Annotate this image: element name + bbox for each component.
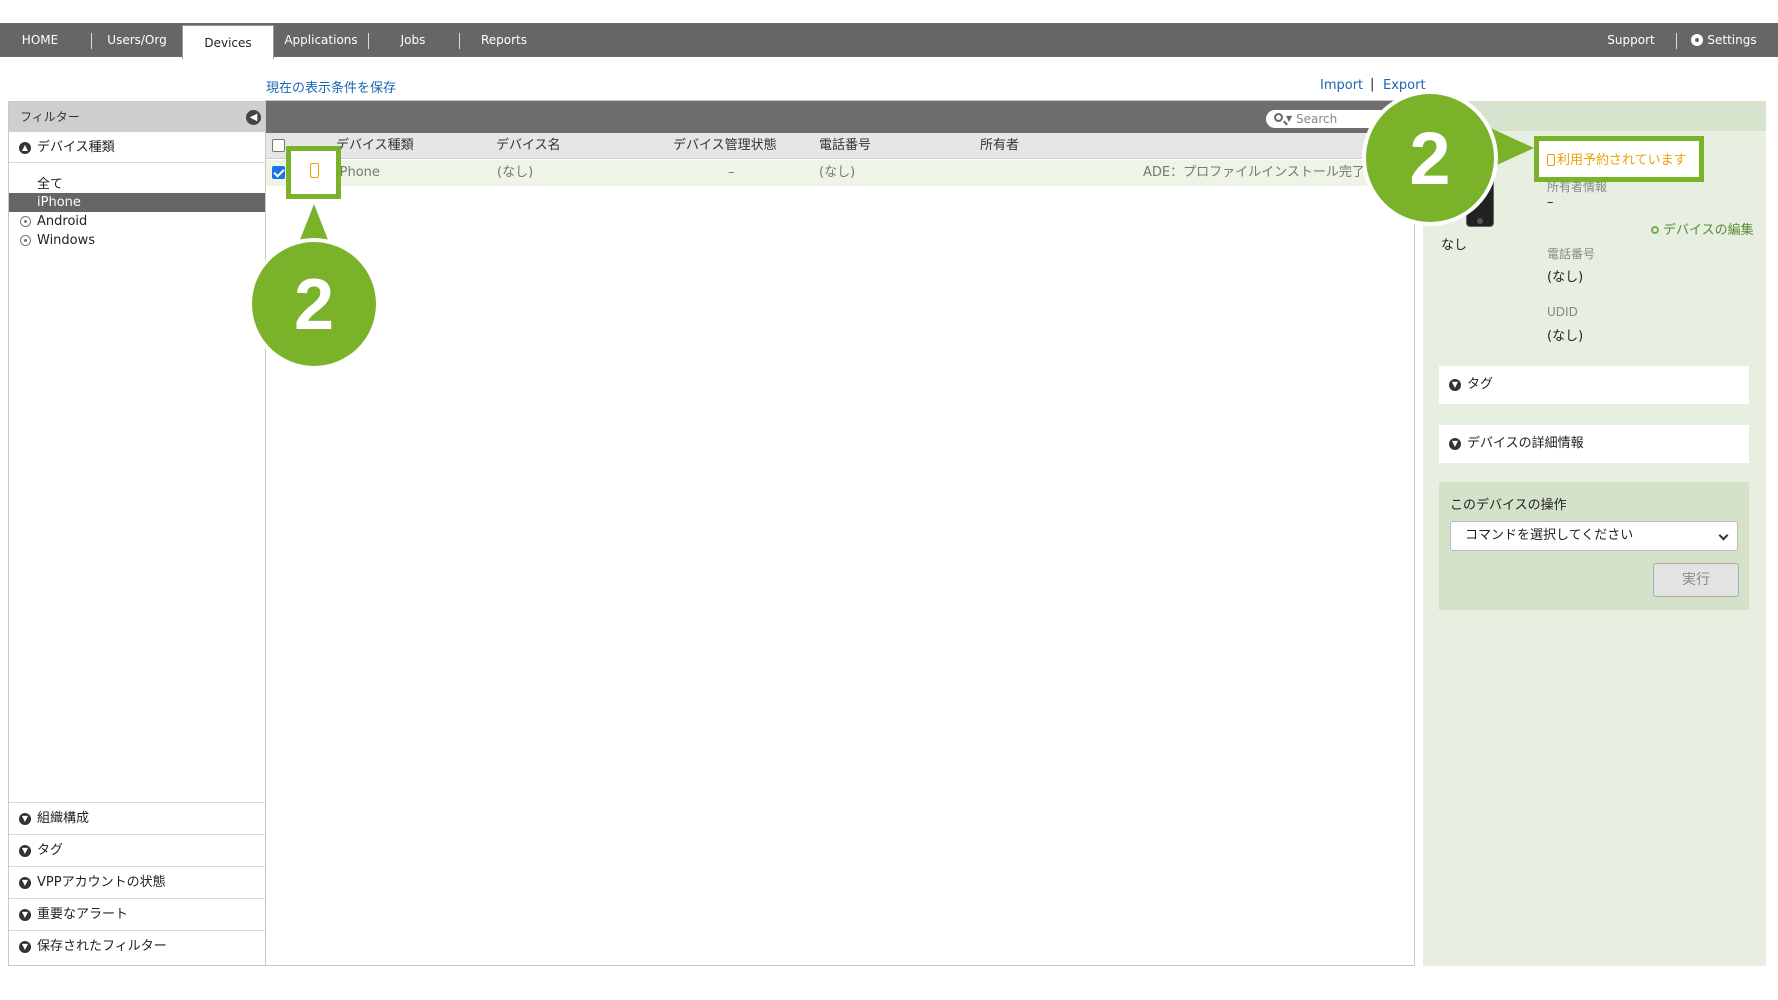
org-structure-section[interactable]: ▼ 組織構成 [9, 802, 265, 834]
device-list-panel: ▼ Search デバイス種類 デバイス名 デバイス管理状態 電話番号 所有者 … [265, 100, 1415, 966]
chevron-down-icon: ▼ [1449, 438, 1461, 450]
edit-icon [1651, 226, 1659, 234]
owner-info-value: – [1547, 195, 1554, 210]
device-type-android-label: Android [37, 214, 88, 229]
nav-jobs[interactable]: Jobs [376, 23, 450, 57]
vpp-account-section[interactable]: ▼ VPPアカウントの状態 [9, 866, 265, 898]
saved-filters-label: 保存されたフィルター [37, 939, 167, 954]
reserved-status: 利用予約されています [1547, 149, 1687, 168]
device-detail-panel: 所有者情報 – デバイスの編集 なし 電話番号 (なし) UDID (なし) ▼… [1423, 101, 1766, 966]
udid-value: (なし) [1547, 329, 1584, 344]
reserved-phone-icon[interactable] [310, 163, 319, 178]
select-all-checkbox[interactable] [272, 139, 285, 152]
reserved-status-highlight: 利用予約されています [1534, 136, 1704, 182]
device-details-section[interactable]: ▼ デバイスの詳細情報 [1439, 425, 1749, 463]
import-link[interactable]: Import [1320, 78, 1363, 93]
chevron-down-icon: ▼ [1449, 379, 1461, 391]
nav-settings-label: Settings [1707, 33, 1757, 47]
device-type-windows[interactable]: Windows [9, 231, 265, 250]
chevron-down-icon: ▼ [19, 845, 31, 857]
run-button[interactable]: 実行 [1653, 563, 1739, 597]
org-structure-label: 組織構成 [37, 811, 90, 826]
tags-label: タグ [37, 843, 64, 858]
cell-phone: (なし) [819, 165, 856, 180]
phone-value: (なし) [1547, 270, 1584, 285]
vpp-account-label: VPPアカウントの状態 [37, 875, 166, 890]
command-select[interactable]: コマンドを選択してください [1450, 521, 1738, 551]
filter-sidebar: フィルター ◀ ▲ デバイス種類 全て iPhone Android Windo… [8, 101, 266, 966]
callout-number: 2 [294, 265, 334, 345]
expand-icon [20, 235, 31, 246]
top-nav: HOME Users/Org Devices Applications Jobs… [0, 23, 1778, 59]
column-header[interactable]: デバイス種類 [336, 133, 414, 159]
search-icon [1274, 113, 1283, 122]
reserved-phone-icon [1547, 154, 1555, 166]
command-select-value: コマンドを選択してください [1465, 528, 1634, 543]
chevron-down-icon: ▼ [19, 877, 31, 889]
column-header[interactable]: デバイス管理状態 [673, 133, 777, 159]
edit-device-label: デバイスの編集 [1663, 223, 1754, 238]
nav-support[interactable]: Support [1596, 23, 1666, 57]
chevron-up-icon: ▲ [19, 142, 31, 154]
save-view-link[interactable]: 現在の表示条件を保存 [266, 77, 396, 96]
device-type-section[interactable]: ▲ デバイス種類 [9, 132, 265, 163]
nav-home[interactable]: HOME [0, 23, 80, 57]
tags-section[interactable]: ▼ タグ [9, 834, 265, 866]
expand-icon [20, 216, 31, 227]
critical-alerts-section[interactable]: ▼ 重要なアラート [9, 898, 265, 930]
detail-tags-section[interactable]: ▼ タグ [1439, 366, 1749, 404]
filter-title: フィルター [20, 110, 80, 124]
device-type-iphone[interactable]: iPhone [9, 193, 265, 212]
app-root: HOME Users/Org Devices Applications Jobs… [0, 0, 1778, 1000]
step-callout: 2 [1362, 90, 1534, 226]
detail-tags-label: タグ [1467, 377, 1494, 392]
chevron-down-icon: ▼ [19, 941, 31, 953]
gear-icon [1691, 34, 1704, 46]
device-type-android[interactable]: Android [9, 212, 265, 231]
chevron-down-icon: ▼ [19, 909, 31, 921]
nav-separator [368, 33, 369, 49]
column-header[interactable]: デバイス名 [496, 133, 561, 159]
nav-separator [1676, 33, 1677, 49]
critical-alerts-label: 重要なアラート [37, 907, 129, 922]
operations-title: このデバイスの操作 [1450, 498, 1567, 513]
device-type-windows-label: Windows [37, 233, 96, 248]
filter-header: フィルター ◀ [9, 102, 265, 132]
list-toolbar: ▼ Search [266, 101, 1414, 133]
row-checkbox[interactable] [272, 166, 285, 179]
chevron-down-icon: ▼ [19, 813, 31, 825]
udid-label: UDID [1547, 305, 1578, 319]
collapse-sidebar-icon[interactable]: ◀ [246, 110, 261, 125]
device-type-all[interactable]: 全て [9, 175, 265, 194]
table-header: デバイス種類 デバイス名 デバイス管理状態 電話番号 所有者 [266, 133, 1414, 159]
nav-settings[interactable]: Settings [1684, 23, 1764, 57]
chevron-down-icon [1718, 530, 1729, 541]
search-placeholder: Search [1296, 112, 1338, 126]
cell-device-type: iPhone [336, 165, 380, 180]
nav-reports[interactable]: Reports [466, 23, 542, 57]
device-operations: このデバイスの操作 コマンドを選択してください 実行 [1439, 482, 1749, 610]
device-icon-highlight [286, 146, 341, 199]
cell-device-name: (なし) [497, 165, 534, 180]
caret-down-icon: ▼ [1286, 114, 1293, 123]
edit-device-link[interactable]: デバイスの編集 [1651, 219, 1754, 238]
step-callout: 2 [248, 204, 380, 368]
device-type-section-label: デバイス種類 [37, 140, 115, 155]
nav-applications[interactable]: Applications [278, 23, 364, 57]
saved-filters-section[interactable]: ▼ 保存されたフィルター [9, 930, 265, 962]
device-details-label: デバイスの詳細情報 [1467, 436, 1584, 451]
nav-separator [459, 33, 460, 49]
phone-label: 電話番号 [1547, 247, 1596, 261]
column-header[interactable]: 電話番号 [819, 133, 871, 159]
callout-number: 2 [1409, 117, 1450, 200]
reserved-status-label: 利用予約されています [1557, 153, 1687, 168]
column-header[interactable]: 所有者 [980, 133, 1019, 159]
table-row[interactable]: iPhone (なし) – (なし) ADE：プロファイルインストール完了 [266, 160, 1414, 186]
nav-users-org[interactable]: Users/Org [92, 23, 182, 57]
cell-status: ADE：プロファイルインストール完了 [1143, 165, 1365, 180]
cell-management-state: – [728, 165, 735, 180]
nav-devices[interactable]: Devices [182, 25, 274, 59]
device-name-value: なし [1441, 238, 1468, 253]
